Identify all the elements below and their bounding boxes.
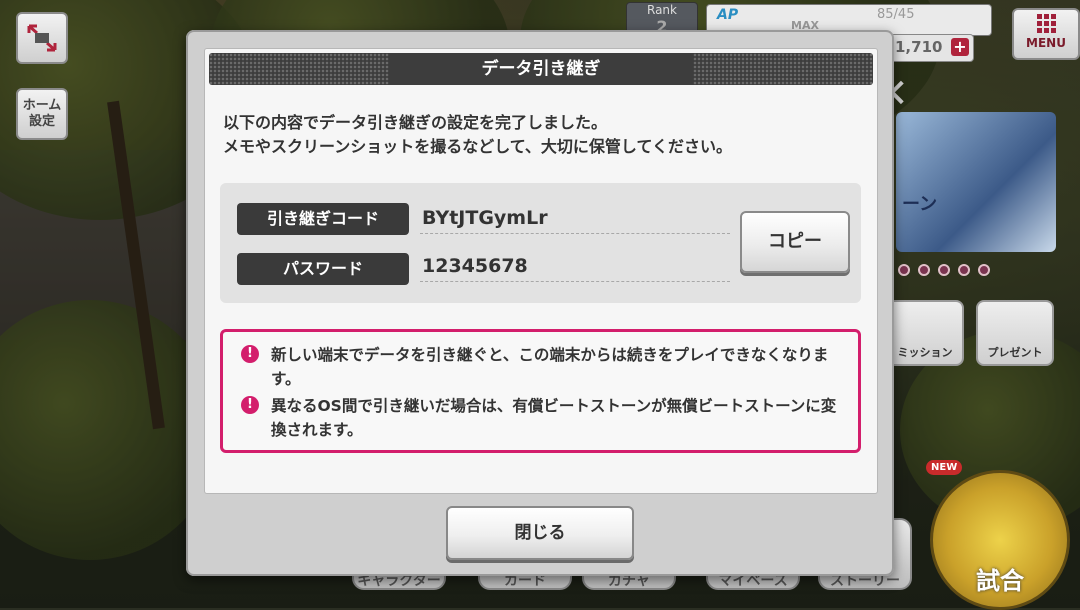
mission-button: ミッション [886,300,964,366]
event-banner: ーン [896,112,1056,252]
pagination-dot [958,264,970,276]
pagination-dot [938,264,950,276]
screen-toggle-button[interactable] [16,12,68,64]
pagination-dot [978,264,990,276]
transfer-info-panel: 引き継ぎコード BYtJTGymLr パスワード 12345678 コピー [220,183,861,303]
mission-label: ミッション [897,346,953,359]
home-settings-button[interactable]: ホーム 設定 [16,88,68,140]
close-button[interactable]: 閉じる [446,506,634,560]
dialog-message-line2: メモやスクリーンショットを撮るなどして、大切に保管してください。 [223,137,732,156]
present-label: プレゼント [987,346,1043,359]
new-badge: NEW [926,460,963,475]
warning-icon: ! [241,345,259,363]
match-label: 試合 [976,567,1024,595]
rank-label: Rank [647,3,677,17]
banner-pagination [898,264,990,276]
warning-item: ! 新しい端末でデータを引き継ぐと、この端末からは続きをプレイできなくなります。 [241,343,851,391]
password-value: 12345678 [420,251,730,282]
transfer-code-label: 引き継ぎコード [237,203,409,235]
warning-box: ! 新しい端末でデータを引き継ぐと、この端末からは続きをプレイできなくなります。… [220,329,861,453]
dialog-title: データ引き継ぎ [481,59,601,79]
grid-icon [1014,14,1078,33]
screen-resize-icon [27,24,57,52]
match-button: 試合 [930,470,1070,610]
copy-button[interactable]: コピー [740,211,850,273]
ap-value: 85/45 [877,7,915,22]
home-label-line1: ホーム [22,98,62,113]
banner-text: ーン [902,194,938,215]
home-label-line2: 設定 [28,114,55,129]
present-button: プレゼント [976,300,1054,366]
menu-label: MENU [1026,36,1066,50]
pagination-dot [898,264,910,276]
warning-item: ! 異なるOS間で引き継いだ場合は、有償ビートストーンが無償ビートストーンに変換… [241,394,851,442]
dialog-header: データ引き継ぎ [209,53,873,85]
warning-text: 異なるOS間で引き継いだ場合は、有償ビートストーンが無償ビートストーンに変換され… [271,397,837,439]
warning-icon: ! [241,396,259,414]
pagination-dot [918,264,930,276]
dialog-body: データ引き継ぎ 以下の内容でデータ引き継ぎの設定を完了しました。 メモやスクリー… [204,48,878,494]
ap-label: AP [717,7,739,23]
transfer-dialog: データ引き継ぎ 以下の内容でデータ引き継ぎの設定を完了しました。 メモやスクリー… [186,30,894,576]
dialog-message-line1: 以下の内容でデータ引き継ぎの設定を完了しました。 [223,113,608,132]
currency-value: 1,710 [895,38,943,56]
transfer-code-value: BYtJTGymLr [420,203,730,234]
warning-text: 新しい端末でデータを引き継ぐと、この端末からは続きをプレイできなくなります。 [271,346,829,388]
password-label: パスワード [237,253,409,285]
add-currency-button[interactable]: + [951,38,969,56]
menu-button[interactable]: MENU [1012,8,1080,60]
